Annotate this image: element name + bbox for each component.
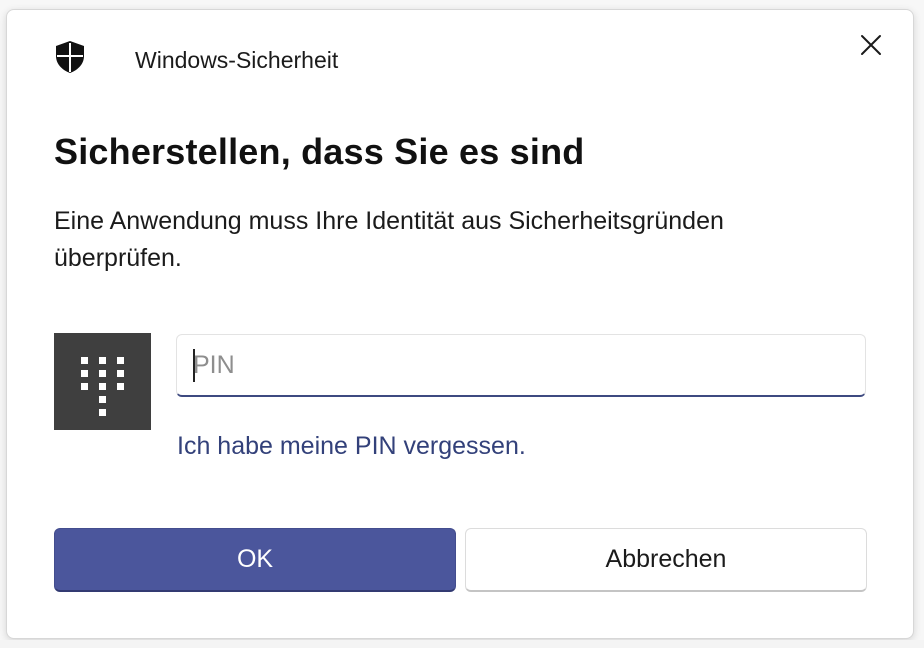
close-icon <box>861 35 881 55</box>
cancel-button[interactable]: Abbrechen <box>465 528 867 592</box>
pin-field-container <box>176 334 866 397</box>
windows-security-dialog: Windows-Sicherheit Sicherstellen, dass S… <box>6 9 914 639</box>
ok-button[interactable]: OK <box>54 528 456 592</box>
pin-input[interactable] <box>177 335 865 395</box>
close-button[interactable] <box>851 25 891 65</box>
pin-keypad-tile <box>54 333 151 430</box>
keypad-icon <box>81 357 124 416</box>
app-title: Windows-Sicherheit <box>135 47 339 73</box>
page-title: Sicherstellen, dass Sie es sind <box>54 131 585 172</box>
background-bottom-strip <box>0 640 924 648</box>
shield-icon <box>56 41 84 73</box>
text-caret <box>193 349 195 382</box>
forgot-pin-link[interactable]: Ich habe meine PIN vergessen. <box>177 429 526 463</box>
description-text: Eine Anwendung muss Ihre Identität aus S… <box>54 207 724 272</box>
